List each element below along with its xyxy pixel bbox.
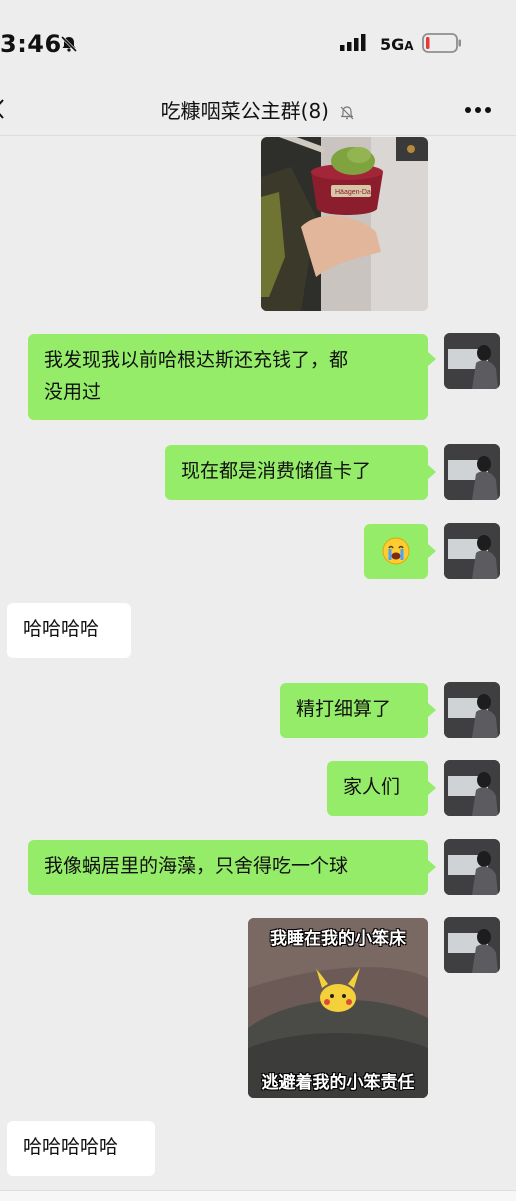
more-options-icon[interactable] xyxy=(464,106,492,114)
signal-bars-icon xyxy=(340,34,366,51)
sticker-top-caption: 我睡在我的小笨床 xyxy=(270,929,406,949)
message-bubble-incoming[interactable]: 哈哈哈哈哈 xyxy=(7,1121,155,1176)
message-bubble-outgoing[interactable]: 精打细算了 xyxy=(280,683,428,738)
message-text: 我像蜗居里的海藻，只舍得吃一个球 xyxy=(44,855,349,877)
emoji-text: 😭 xyxy=(396,576,397,577)
avatar[interactable] xyxy=(444,839,500,895)
avatar[interactable] xyxy=(444,917,500,973)
image-message-ice-cream[interactable]: Häagen-Dazs xyxy=(261,137,428,311)
avatar[interactable] xyxy=(444,523,500,579)
message-text: 哈哈哈哈 xyxy=(23,618,100,640)
message-bubble-outgoing[interactable]: 😭 xyxy=(364,524,428,579)
ice-cream-photo: Häagen-Dazs xyxy=(261,137,428,311)
message-bubble-outgoing[interactable]: 家人们 xyxy=(327,761,428,816)
message-bubble-outgoing[interactable]: 现在都是消费储值卡了 xyxy=(165,445,428,500)
message-bubble-outgoing[interactable]: 我发现我以前哈根达斯还充钱了，都 没用过 xyxy=(28,334,428,420)
avatar[interactable] xyxy=(444,760,500,816)
emoji-crying-icon xyxy=(364,534,428,576)
message-text: 现在都是消费储值卡了 xyxy=(181,460,372,482)
chat-title-text: 吃糠咽菜公主群(8) xyxy=(160,99,329,123)
status-time: 3:46 xyxy=(0,30,62,58)
battery-icon xyxy=(422,33,461,53)
chat-title[interactable]: 吃糠咽菜公主群(8) xyxy=(0,95,516,124)
bell-off-icon xyxy=(60,35,78,53)
bubble-tail xyxy=(428,860,436,874)
input-bar-edge xyxy=(0,1190,516,1201)
mute-bell-icon xyxy=(340,105,354,119)
message-text: 我发现我以前哈根达斯还充钱了，都 没用过 xyxy=(44,349,349,403)
avatar[interactable] xyxy=(444,444,500,500)
bubble-tail xyxy=(428,781,436,795)
chat-header: 吃糠咽菜公主群(8) xyxy=(0,90,516,136)
cup-brand-text: Häagen-Dazs xyxy=(335,189,378,196)
status-bar: 3:46 5GA xyxy=(0,0,516,90)
bubble-tail xyxy=(428,544,436,558)
message-text: 哈哈哈哈哈 xyxy=(23,1136,119,1158)
avatar[interactable] xyxy=(444,682,500,738)
message-text: 家人们 xyxy=(343,776,401,798)
message-bubble-incoming[interactable]: 哈哈哈哈 xyxy=(7,603,131,658)
bubble-tail xyxy=(428,352,436,366)
message-bubble-outgoing[interactable]: 我像蜗居里的海藻，只舍得吃一个球 xyxy=(28,840,428,895)
sticker-message[interactable]: 我睡在我的小笨床 逃避着我的小笨责任 xyxy=(248,918,428,1098)
bubble-tail xyxy=(428,703,436,717)
avatar[interactable] xyxy=(444,333,500,389)
network-type: 5GA xyxy=(380,35,414,54)
bubble-tail xyxy=(428,465,436,479)
sticker-bottom-caption: 逃避着我的小笨责任 xyxy=(261,1073,415,1093)
message-text: 精打细算了 xyxy=(296,698,392,720)
